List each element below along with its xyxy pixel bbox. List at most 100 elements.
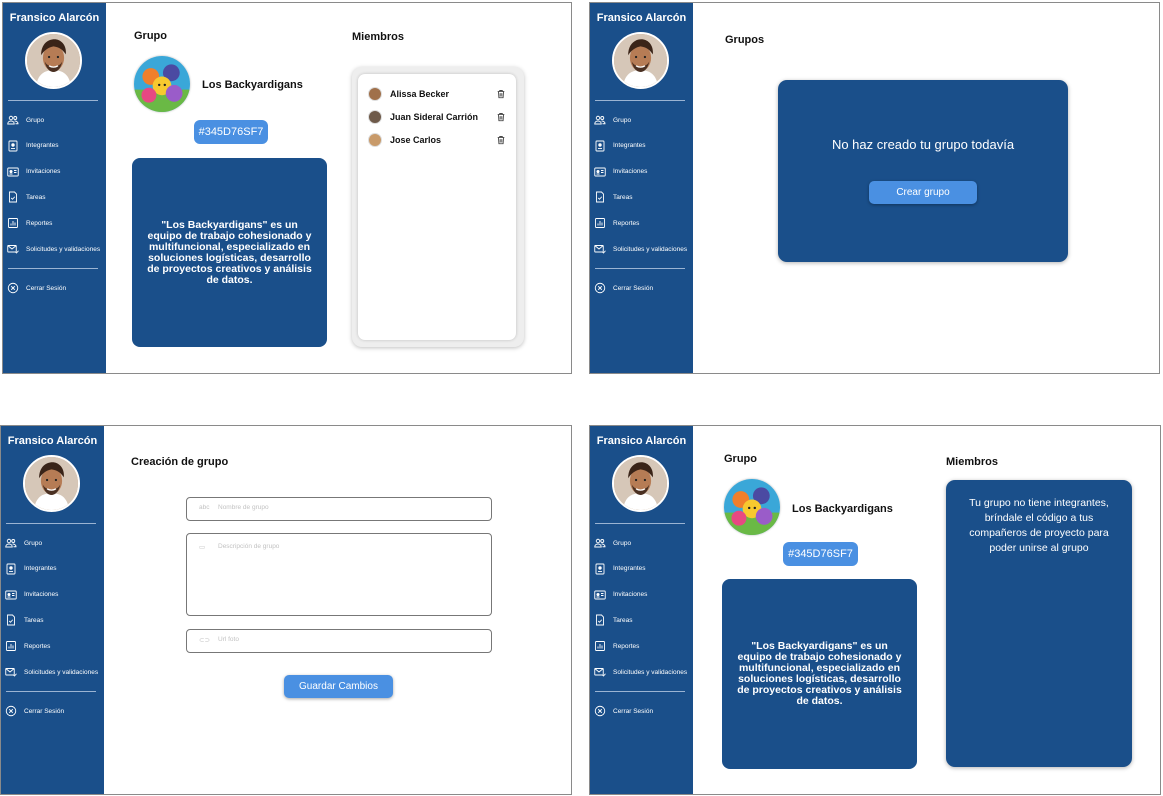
user-name: Fransico Alarcón	[7, 435, 98, 447]
sidebar-item-integrantes[interactable]: Integrantes	[5, 562, 57, 576]
trash-icon[interactable]	[496, 112, 506, 122]
logout-button[interactable]: Cerrar Sesión	[594, 281, 653, 295]
id-badge-icon	[594, 563, 613, 575]
task-check-icon	[7, 191, 26, 203]
sidebar-item-label: Invitaciones	[613, 591, 648, 599]
empty-members-message: Tu grupo no tiene integrantes, bríndale …	[969, 497, 1109, 554]
group-description-card: "Los Backyardigans" es un equipo de trab…	[132, 158, 327, 347]
sidebar-divider	[6, 523, 96, 524]
sidebar-divider	[595, 100, 685, 101]
sidebar-item-label: Invitaciones	[26, 168, 61, 176]
members-list: Alissa Becker Juan Sideral Carrión Jose Ca…	[358, 74, 516, 340]
save-changes-button[interactable]: Guardar Cambios	[284, 675, 393, 698]
sidebar-item-reportes[interactable]: Reportes	[5, 639, 50, 653]
sidebar-item-grupo[interactable]: Grupo	[594, 113, 631, 127]
sidebar-item-label: Integrantes	[613, 142, 646, 150]
id-card-icon	[594, 589, 613, 601]
sidebar-item-invitaciones[interactable]: Invitaciones	[5, 588, 58, 602]
photo-url-field[interactable]: ⊂⊃ Url foto	[186, 629, 492, 653]
logout-button[interactable]: Cerrar Sesión	[594, 704, 653, 718]
sidebar-item-tareas[interactable]: Tareas	[5, 613, 44, 627]
logout-button[interactable]: Cerrar Sesión	[7, 281, 66, 295]
user-name: Fransico Alarcón	[9, 12, 100, 24]
sidebar-item-label: Tareas	[613, 193, 633, 201]
mail-check-icon	[7, 243, 26, 255]
sidebar-item-solicitudes[interactable]: Solicitudes y validaciones	[594, 665, 687, 679]
create-group-screen: Fransico Alarcón Grupo Integrantes Invitac…	[0, 425, 572, 795]
sidebar-item-integrantes[interactable]: Integrantes	[594, 562, 646, 576]
no-group-message: No haz creado tu grupo todavía	[831, 137, 1015, 152]
id-badge-icon	[7, 140, 26, 152]
group-description-placeholder: Descripción de grupo	[218, 543, 280, 550]
member-row: Jose Carlos	[368, 132, 506, 148]
sidebar-item-label: Invitaciones	[24, 591, 59, 599]
sidebar-item-tareas[interactable]: Tareas	[594, 190, 633, 204]
mail-check-icon	[594, 666, 613, 678]
sidebar-item-invitaciones[interactable]: Invitaciones	[594, 165, 647, 179]
group-description-card: "Los Backyardigans" es un equipo de trab…	[722, 579, 917, 769]
logout-button[interactable]: Cerrar Sesión	[5, 704, 64, 718]
sidebar-item-tareas[interactable]: Tareas	[594, 613, 633, 627]
sidebar: Fransico Alarcón Grupo Integrantes Invitac…	[1, 426, 104, 794]
create-group-button[interactable]: Crear grupo	[869, 181, 977, 204]
member-avatar	[368, 110, 382, 124]
sidebar-item-invitaciones[interactable]: Invitaciones	[594, 588, 647, 602]
avatar	[612, 455, 669, 512]
group-name-placeholder: Nombre de grupo	[218, 504, 269, 511]
group-name-field[interactable]: abc Nombre de grupo	[186, 497, 492, 521]
user-name: Fransico Alarcón	[596, 435, 687, 447]
sidebar-divider	[595, 691, 685, 692]
sidebar-item-label: Reportes	[613, 642, 640, 650]
sidebar-item-reportes[interactable]: Reportes	[594, 639, 639, 653]
section-title-miembros: Miembros	[352, 31, 404, 43]
sidebar-item-integrantes[interactable]: Integrantes	[594, 139, 646, 153]
sidebar-item-label: Reportes	[613, 219, 640, 227]
trash-icon[interactable]	[496, 135, 506, 145]
sidebar-item-label: Integrantes	[24, 565, 57, 573]
users-icon	[7, 114, 26, 126]
group-code-badge: #345D76SF7	[194, 120, 268, 144]
sidebar-item-grupo[interactable]: Grupo	[7, 113, 44, 127]
users-icon	[594, 114, 613, 126]
sidebar-item-label: Integrantes	[613, 565, 646, 573]
logout-label: Cerrar Sesión	[613, 707, 654, 715]
id-badge-icon	[5, 563, 24, 575]
chart-icon	[594, 640, 613, 652]
sidebar-item-reportes[interactable]: Reportes	[594, 216, 639, 230]
sidebar-item-label: Solicitudes y validaciones	[613, 245, 688, 253]
close-circle-icon	[5, 705, 24, 717]
close-circle-icon	[594, 705, 613, 717]
sidebar-item-grupo[interactable]: Grupo	[5, 536, 42, 550]
trash-icon[interactable]	[496, 89, 506, 99]
group-view-screen: Fransico Alarcón Grupo Integrantes Invitac…	[2, 2, 572, 374]
sidebar-item-label: Solicitudes y validaciones	[613, 668, 688, 676]
member-row: Alissa Becker	[368, 86, 506, 102]
sidebar-item-reportes[interactable]: Reportes	[7, 216, 52, 230]
sidebar-item-label: Grupo	[26, 116, 45, 124]
group-logo	[724, 479, 780, 535]
sidebar-item-label: Solicitudes y validaciones	[24, 668, 99, 676]
logout-label: Cerrar Sesión	[24, 707, 65, 715]
sidebar-item-solicitudes[interactable]: Solicitudes y validaciones	[5, 665, 98, 679]
sidebar-item-label: Invitaciones	[613, 168, 648, 176]
close-circle-icon	[7, 282, 26, 294]
member-name: Alissa Becker	[390, 89, 450, 99]
sidebar-item-invitaciones[interactable]: Invitaciones	[7, 165, 60, 179]
section-title-grupo: Grupo	[134, 30, 167, 42]
page-title: Creación de grupo	[131, 456, 229, 468]
mail-check-icon	[5, 666, 24, 678]
textarea-icon: ▭	[199, 544, 206, 551]
members-panel: Alissa Becker Juan Sideral Carrión Jose Ca…	[352, 67, 524, 347]
task-check-icon	[5, 614, 24, 626]
sidebar-item-integrantes[interactable]: Integrantes	[7, 139, 59, 153]
sidebar-item-solicitudes[interactable]: Solicitudes y validaciones	[7, 242, 100, 256]
group-logo	[134, 56, 190, 112]
sidebar-item-solicitudes[interactable]: Solicitudes y validaciones	[594, 242, 687, 256]
group-name: Los Backyardigans	[792, 503, 893, 515]
sidebar-divider	[595, 523, 685, 524]
sidebar-item-grupo[interactable]: Grupo	[594, 536, 631, 550]
group-description-field[interactable]: ▭ Descripción de grupo	[186, 533, 492, 616]
no-group-card: No haz creado tu grupo todavía Crear gru…	[778, 80, 1068, 262]
member-name: Jose Carlos	[390, 135, 442, 145]
sidebar-item-tareas[interactable]: Tareas	[7, 190, 46, 204]
